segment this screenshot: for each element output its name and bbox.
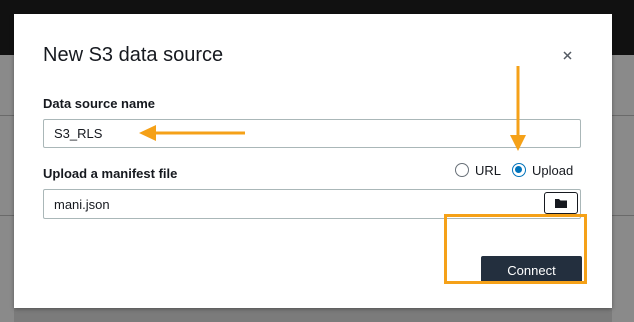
manifest-label-strong: manifest file — [101, 166, 178, 181]
radio-url-label: URL — [475, 162, 502, 178]
background-panel-right — [612, 55, 634, 322]
background-panel-left — [0, 55, 14, 322]
dialog-title: New S3 data source — [43, 44, 224, 66]
close-button[interactable] — [560, 48, 576, 64]
browse-folder-button[interactable] — [544, 192, 578, 214]
data-source-name-input[interactable] — [43, 119, 581, 148]
annotation-highlight-box — [444, 214, 587, 284]
manifest-label-prefix: Upload a — [43, 166, 102, 181]
radio-upload[interactable]: Upload — [512, 160, 573, 180]
background-divider — [612, 115, 634, 116]
radio-url[interactable]: URL — [455, 160, 501, 180]
background-divider — [612, 215, 634, 216]
radio-upload-circle[interactable] — [512, 163, 526, 177]
data-source-name-label: Data source name — [43, 96, 155, 111]
folder-icon — [555, 199, 567, 208]
background-divider — [0, 115, 14, 116]
radio-url-circle[interactable] — [455, 163, 469, 177]
close-icon — [563, 51, 572, 60]
background-divider — [0, 215, 14, 216]
radio-upload-label: Upload — [532, 162, 574, 178]
manifest-file-label: Upload a manifest file — [43, 166, 177, 181]
